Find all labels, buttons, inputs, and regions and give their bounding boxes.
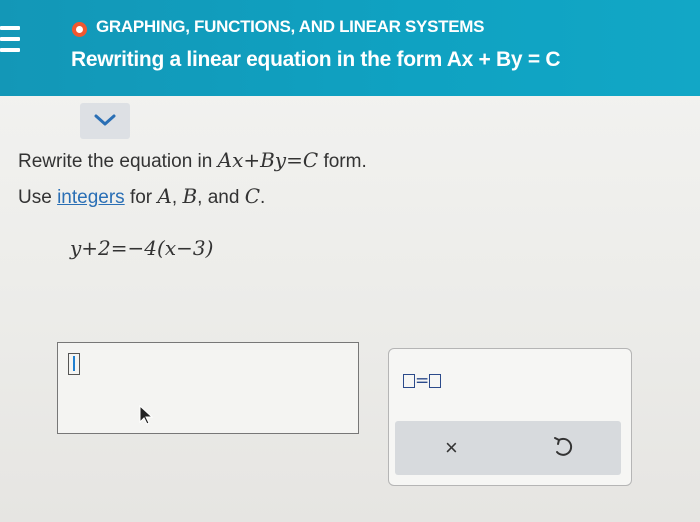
action-bar: × <box>395 421 621 475</box>
integers-link[interactable]: integers <box>57 187 125 208</box>
blank-square-icon <box>403 374 415 388</box>
clear-button[interactable]: × <box>445 435 458 461</box>
undo-button[interactable] <box>551 435 575 464</box>
undo-icon <box>554 437 573 456</box>
blank-square-icon <box>429 374 442 388</box>
chevron-down-icon <box>94 114 116 126</box>
instruction-text: form. <box>318 151 367 172</box>
instruction-text: for <box>124 187 158 208</box>
answer-input[interactable] <box>57 342 359 434</box>
text-caret-icon <box>68 353 80 375</box>
topic-label: GRAPHING, FUNCTIONS, AND LINEAR SYSTEMS <box>96 17 485 36</box>
instruction-line-2: Use integers for A, B, and C. <box>18 184 265 209</box>
equation-template-button[interactable]: = <box>403 371 442 391</box>
equals-sign: = <box>415 371 430 391</box>
target-form-math: Ax+By=C <box>217 148 319 172</box>
pointer-cursor-icon <box>139 404 154 425</box>
page-title: Rewriting a linear equation in the form … <box>71 48 561 71</box>
instruction-text: . <box>260 187 266 208</box>
header-bar: GRAPHING, FUNCTIONS, AND LINEAR SYSTEMS … <box>0 0 700 96</box>
var-c: C <box>244 184 260 208</box>
menu-icon[interactable] <box>0 26 20 62</box>
instruction-text: Rewrite the equation in <box>18 151 218 172</box>
var-b: B <box>182 184 198 208</box>
instruction-text: , and <box>197 187 245 208</box>
instruction-text: , <box>171 187 183 208</box>
status-icon <box>72 22 87 37</box>
collapse-button[interactable] <box>80 103 130 139</box>
math-keypad: = × <box>388 348 632 486</box>
given-equation: y+2=−4(x−3) <box>70 236 214 260</box>
instruction-line-1: Rewrite the equation in Ax+By=C form. <box>18 148 367 173</box>
var-a: A <box>157 184 172 208</box>
instruction-text: Use <box>18 187 58 208</box>
